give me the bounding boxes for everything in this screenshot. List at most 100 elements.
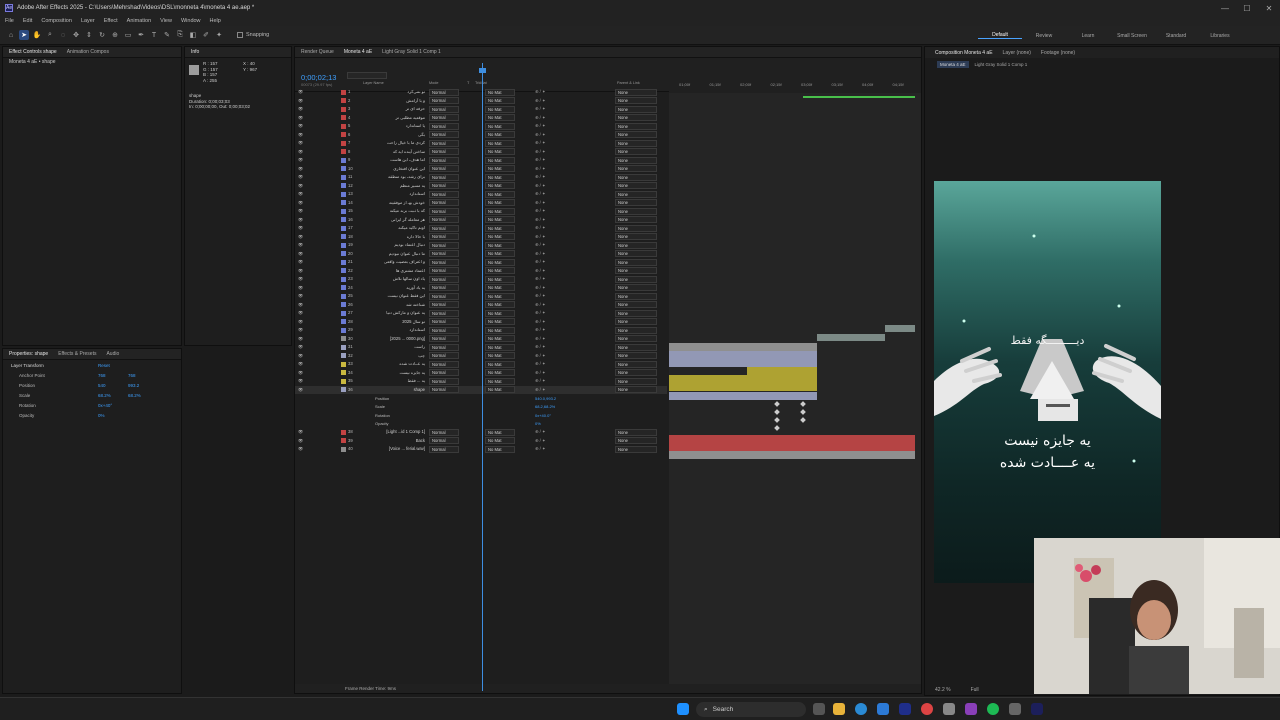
- layer-switches[interactable]: ⊕ / ✦: [535, 370, 546, 375]
- rectangle-tool-icon[interactable]: ▭: [123, 30, 133, 40]
- eye-icon[interactable]: 👁: [298, 285, 303, 290]
- puppet-tool-icon[interactable]: ✦: [214, 30, 224, 40]
- layer-name[interactable]: اعتماد مشتری ها: [371, 268, 425, 273]
- blend-mode-select[interactable]: Normal: [429, 250, 459, 257]
- layer-row[interactable]: 👁 21 و اعتراف بعضیت واقعی Normal No Mat ⊕ / ✦…: [295, 258, 667, 267]
- parent-select[interactable]: None: [615, 428, 657, 436]
- layer-name[interactable]: اونم تاکید میکنه: [371, 225, 425, 230]
- layer-name[interactable]: خودش بهـ از موفقیته: [371, 200, 425, 205]
- blend-mode-select[interactable]: Normal: [429, 275, 459, 283]
- track-matte-select[interactable]: No Mat: [485, 428, 515, 436]
- rider-icon[interactable]: [965, 703, 977, 715]
- clone-stamp-icon[interactable]: ⎘: [175, 30, 185, 40]
- layer-label-color[interactable]: [341, 276, 346, 282]
- snapping-toggle[interactable]: Snapping: [237, 32, 269, 38]
- layer-row[interactable]: 👁 14 خودش بهـ از موفقیته Normal No Mat ⊕ / ✦ N…: [295, 199, 667, 208]
- track-matte-select[interactable]: No Mat: [485, 437, 515, 444]
- layer-row[interactable]: 👁 34 یه جایزه نیست Normal No Mat ⊕ / ✦ None: [295, 369, 667, 378]
- menu-help[interactable]: Help: [210, 18, 221, 24]
- layer-name[interactable]: دنبال اعتماد بودیم: [371, 242, 425, 247]
- layer-name[interactable]: [Light ...id 1 Comp 1]: [371, 429, 425, 434]
- track-matte-select[interactable]: No Mat: [485, 173, 515, 181]
- layer-label-color[interactable]: [341, 208, 346, 214]
- keyframe-icon[interactable]: [774, 417, 780, 423]
- layer-bar-29[interactable]: [885, 325, 915, 332]
- tab-info[interactable]: Info: [191, 49, 199, 55]
- parent-select[interactable]: None: [615, 267, 657, 274]
- eye-icon[interactable]: 👁: [298, 259, 303, 264]
- eye-icon[interactable]: 👁: [298, 183, 303, 188]
- track-matte-select[interactable]: No Mat: [485, 165, 515, 172]
- home-icon[interactable]: ⌂: [6, 30, 16, 40]
- eye-icon[interactable]: 👁: [298, 157, 303, 162]
- eye-icon[interactable]: 👁: [298, 310, 303, 315]
- comp-breadcrumb-solid[interactable]: Light Gray Solid 1 Comp 1: [975, 62, 1028, 67]
- layer-label-color[interactable]: [341, 149, 346, 154]
- layer-row[interactable]: 👁 32 چپ Normal No Mat ⊕ / ✦ None: [295, 352, 667, 361]
- menu-effect[interactable]: Effect: [104, 18, 118, 24]
- parent-select[interactable]: None: [615, 309, 657, 317]
- blend-mode-select[interactable]: Normal: [429, 284, 459, 291]
- track-matte-select[interactable]: No Mat: [485, 131, 515, 138]
- track-matte-select[interactable]: No Mat: [485, 114, 515, 121]
- taskbar-search[interactable]: ⌕ Search: [696, 702, 806, 717]
- eye-icon[interactable]: 👁: [298, 89, 303, 94]
- eye-icon[interactable]: 👁: [298, 98, 303, 103]
- parent-select[interactable]: None: [615, 258, 657, 266]
- eye-icon[interactable]: 👁: [298, 336, 303, 341]
- tab-render-queue[interactable]: Render Queue: [301, 49, 334, 55]
- track-matte-select[interactable]: No Mat: [485, 258, 515, 266]
- prop-position-value[interactable]: 540: [98, 383, 106, 388]
- edge-browser-icon[interactable]: [855, 703, 867, 715]
- layer-row[interactable]: 👁 40 [Voice ... ferial.wav] Normal No Mat ⊕ /…: [295, 445, 667, 454]
- layer-search-input[interactable]: [347, 72, 387, 79]
- layer-name[interactable]: Back: [371, 438, 425, 443]
- keyframe-icon[interactable]: [800, 417, 806, 423]
- keyframe-icon[interactable]: [774, 425, 780, 431]
- layer-name[interactable]: shape: [371, 387, 425, 392]
- layer-label-color[interactable]: [341, 217, 346, 222]
- layer-row[interactable]: 👁 23 یاد اون سالها نلاش Normal No Mat ⊕ / ✦ No…: [295, 275, 667, 284]
- tab-composition[interactable]: Composition Moneta 4 aE: [935, 50, 993, 56]
- eye-icon[interactable]: 👁: [298, 251, 303, 256]
- eye-icon[interactable]: 👁: [298, 191, 303, 196]
- track-matte-select[interactable]: No Mat: [485, 97, 515, 104]
- track-matte-select[interactable]: No Mat: [485, 216, 515, 223]
- track-matte-select[interactable]: No Mat: [485, 207, 515, 215]
- tab-properties[interactable]: Properties: shape: [9, 351, 48, 357]
- property-value[interactable]: 540.0,993.2: [535, 396, 556, 401]
- layer-switches[interactable]: ⊕ / ✦: [535, 106, 546, 111]
- blend-mode-select[interactable]: Normal: [429, 343, 459, 351]
- blend-mode-select[interactable]: Normal: [429, 224, 459, 232]
- layer-row[interactable]: 👁 16 هر معامله گر ایرانی Normal No Mat ⊕ / ✦ N…: [295, 216, 667, 225]
- layer-label-color[interactable]: [341, 327, 346, 333]
- parent-select[interactable]: None: [615, 275, 657, 283]
- layer-name[interactable]: تو سال 2025: [371, 319, 425, 324]
- layer-label-color[interactable]: [341, 191, 346, 197]
- track-matte-select[interactable]: No Mat: [485, 233, 515, 240]
- track-matte-select[interactable]: No Mat: [485, 241, 515, 249]
- layer-label-color[interactable]: [341, 387, 346, 392]
- blend-mode-select[interactable]: Normal: [429, 437, 459, 444]
- parent-select[interactable]: None: [615, 233, 657, 240]
- layer-row[interactable]: 👁 12 یه مسیر منظم Normal No Mat ⊕ / ✦ None: [295, 182, 667, 191]
- parent-select[interactable]: None: [615, 207, 657, 215]
- layer-switches[interactable]: ⊕ / ✦: [535, 234, 546, 239]
- track-matte-select[interactable]: No Mat: [485, 105, 515, 113]
- blend-mode-select[interactable]: Normal: [429, 335, 459, 342]
- track-matte-select[interactable]: No Mat: [485, 343, 515, 351]
- layer-property-row[interactable]: Position 540.0,993.2: [295, 394, 667, 403]
- eye-icon[interactable]: 👁: [298, 123, 303, 128]
- eye-icon[interactable]: 👁: [298, 115, 303, 120]
- layer-label-color[interactable]: [341, 259, 346, 265]
- layer-name[interactable]: [2025 ... 0000.png]: [371, 336, 425, 341]
- layer-property-row[interactable]: Opacity 0%: [295, 420, 667, 429]
- layer-name[interactable]: این فقط عنوان نیست: [371, 293, 425, 298]
- layer-label-color[interactable]: [341, 446, 346, 452]
- layer-row[interactable]: 👁 17 اونم تاکید میکنه Normal No Mat ⊕ / ✦ None: [295, 224, 667, 233]
- track-matte-select[interactable]: No Mat: [485, 301, 515, 308]
- settings-icon[interactable]: [943, 703, 955, 715]
- layer-label-color[interactable]: [341, 285, 346, 290]
- zoom-level[interactable]: 42.2 %: [935, 687, 951, 693]
- layer-label-color[interactable]: [341, 200, 346, 205]
